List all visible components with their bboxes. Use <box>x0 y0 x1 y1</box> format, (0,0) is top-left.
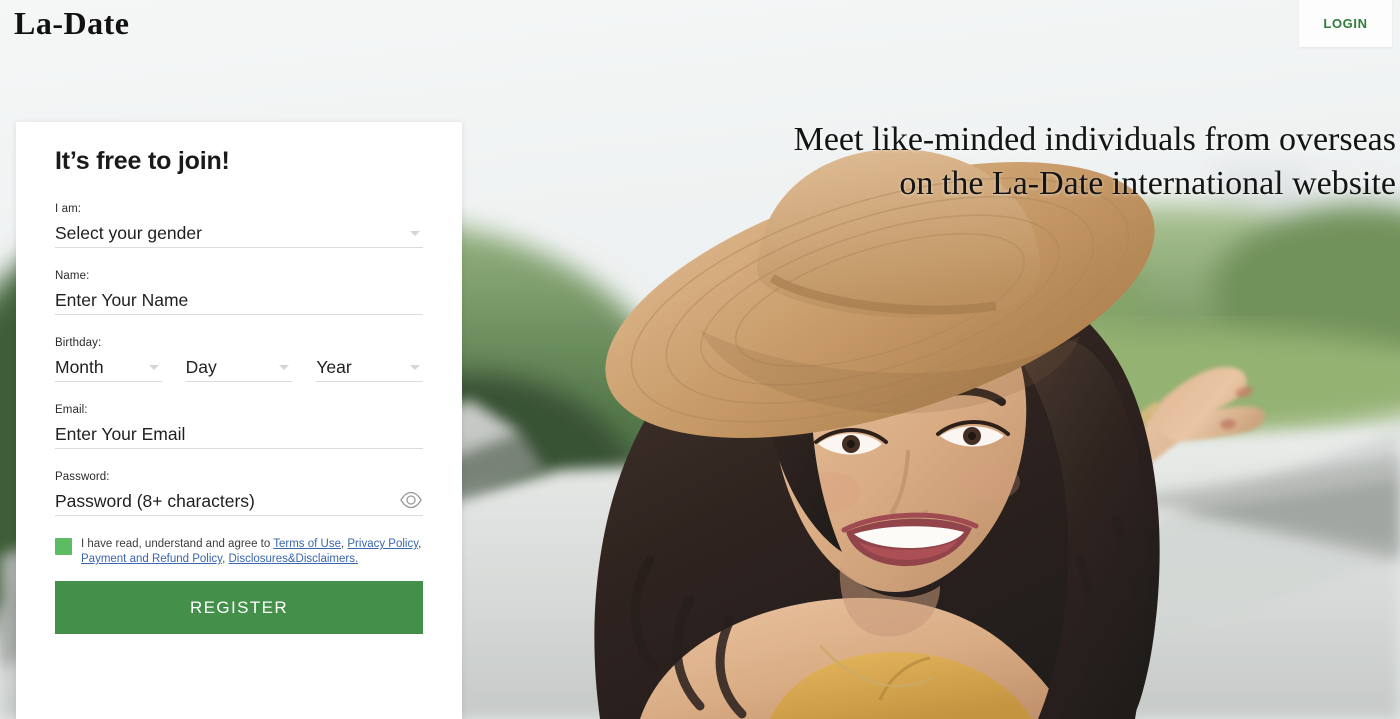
headline-line-1: Meet like-minded individuals from overse… <box>793 121 1396 158</box>
field-name: Name: <box>55 269 423 315</box>
terms-intro: I have read, understand and agree to <box>81 538 274 550</box>
birthday-row: Month Day Year <box>55 354 424 382</box>
site-header: La-Date LOGIN <box>0 0 1400 48</box>
field-password: Password: <box>55 470 423 516</box>
email-input-wrapper <box>55 421 423 449</box>
birthday-day-value: Day <box>185 357 217 377</box>
terms-checkbox[interactable] <box>55 538 72 555</box>
register-button[interactable]: REGISTER <box>55 581 423 634</box>
payment-refund-policy-link[interactable]: Payment and Refund Policy <box>81 553 222 565</box>
name-input-wrapper <box>55 287 423 315</box>
birthday-month-select[interactable]: Month <box>55 354 162 382</box>
gender-label: I am: <box>55 203 82 215</box>
birthday-year-select[interactable]: Year <box>316 354 424 382</box>
landing-page: La-Date LOGIN Meet like-minded individua… <box>0 0 1400 719</box>
gender-selected-value: Select your gender <box>55 223 202 243</box>
birthday-month-value: Month <box>55 357 104 377</box>
field-email: Email: <box>55 403 423 449</box>
form-title: It’s free to join! <box>55 147 230 175</box>
birthday-label: Birthday: <box>55 337 102 349</box>
name-input[interactable] <box>55 287 423 313</box>
field-gender: I am: Select your gender <box>55 202 423 248</box>
terms-text: I have read, understand and agree to Ter… <box>81 537 423 567</box>
login-button[interactable]: LOGIN <box>1299 0 1392 47</box>
registration-form: It’s free to join! I am: Select your gen… <box>16 122 462 719</box>
password-label: Password: <box>55 471 110 483</box>
disclosures-disclaimers-link[interactable]: Disclosures&Disclaimers. <box>228 553 358 565</box>
password-input-wrapper <box>55 488 423 516</box>
gender-select[interactable]: Select your gender <box>55 220 423 248</box>
email-input[interactable] <box>55 421 423 447</box>
email-label: Email: <box>55 404 88 416</box>
name-label: Name: <box>55 270 90 282</box>
field-birthday: Birthday: Month Day Year <box>55 336 424 382</box>
birthday-day-select[interactable]: Day <box>185 354 293 382</box>
headline-line-2: on the La-Date international website <box>899 165 1396 202</box>
birthday-year-value: Year <box>316 357 352 377</box>
terms-sep-2: , <box>418 538 422 550</box>
terms-of-use-link[interactable]: Terms of Use <box>273 538 341 550</box>
password-input[interactable] <box>55 488 423 514</box>
site-logo[interactable]: La-Date <box>14 3 129 43</box>
privacy-policy-link[interactable]: Privacy Policy <box>347 538 418 550</box>
terms-agreement: I have read, understand and agree to Ter… <box>55 537 423 567</box>
eye-icon[interactable] <box>399 491 423 511</box>
hero-headline: Meet like-minded individuals from overse… <box>496 118 1396 206</box>
